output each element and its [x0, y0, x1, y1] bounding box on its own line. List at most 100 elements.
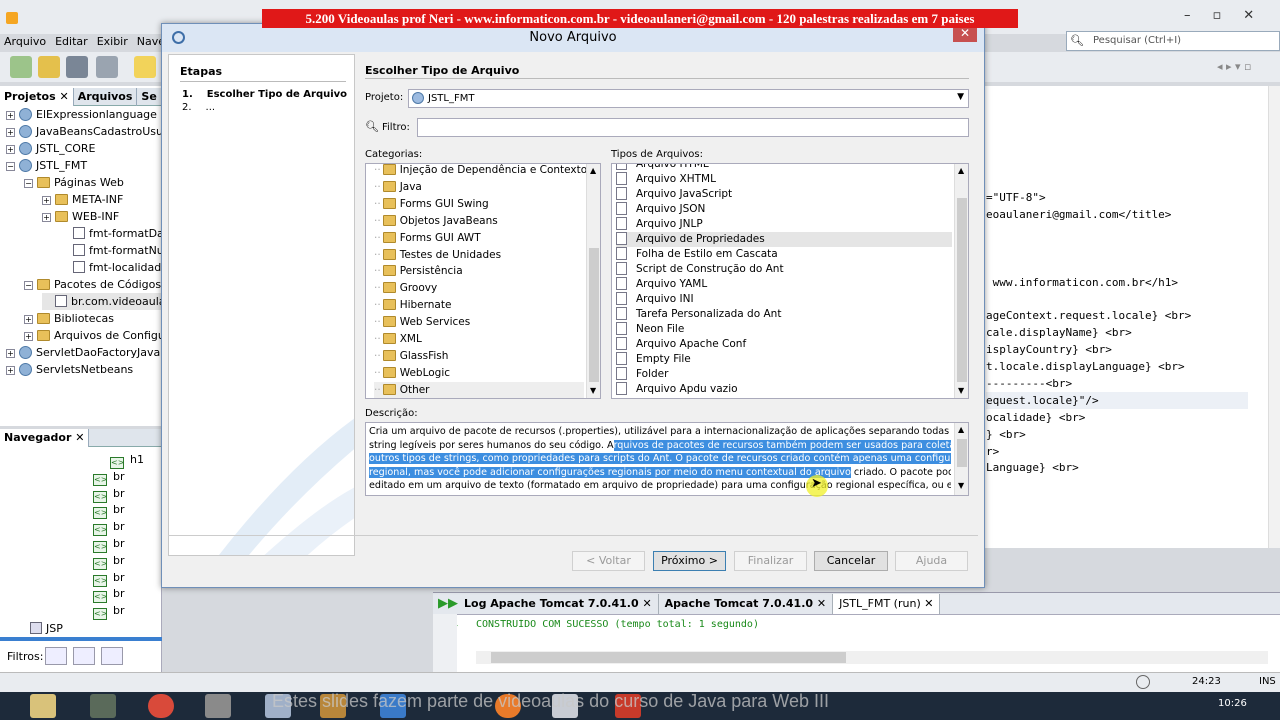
- expand-toggle-icon[interactable]: −: [6, 162, 15, 171]
- tree-node[interactable]: − Pacotes de Códigos-f: [24, 276, 162, 293]
- tab-navegador[interactable]: Navegador ✕: [0, 429, 90, 447]
- navigator-node[interactable]: <> br: [93, 602, 125, 621]
- tab-jstl-fmt-run[interactable]: JSTL_FMT (run) ✕: [833, 594, 941, 614]
- description-vscroll[interactable]: ▲ ▼: [954, 423, 968, 495]
- cancel-button[interactable]: Cancelar: [814, 551, 888, 571]
- filetype-item[interactable]: Arquivo XHTML: [616, 172, 952, 187]
- taskbar-app-icon[interactable]: [90, 694, 116, 718]
- expand-toggle-icon[interactable]: −: [24, 281, 33, 290]
- navigator-node[interactable]: <> br: [93, 468, 125, 486]
- filetype-item[interactable]: Arquivo HTML: [616, 164, 952, 172]
- filter-button-1[interactable]: [45, 647, 67, 665]
- category-item[interactable]: ·· Testes de Unidades: [374, 247, 584, 264]
- tree-node[interactable]: + ServletsNetbeans: [6, 361, 133, 378]
- category-item[interactable]: ·· Java: [374, 179, 584, 196]
- filetype-item[interactable]: Arquivo Apache Conf: [616, 337, 952, 352]
- filetype-item[interactable]: Arquivo YAML: [616, 277, 952, 292]
- save-all-icon[interactable]: [96, 56, 118, 78]
- filetype-item[interactable]: Neon File: [616, 322, 952, 337]
- navigator-jsp-node[interactable]: JSP: [30, 620, 90, 637]
- filetype-item[interactable]: Empty File: [616, 352, 952, 367]
- tab-projetos[interactable]: Projetos ✕: [0, 88, 74, 106]
- editor-vscroll[interactable]: [1268, 86, 1280, 548]
- project-select[interactable]: JSTL_FMT ▼: [408, 89, 969, 108]
- category-item[interactable]: ·· Other: [374, 381, 584, 398]
- run-again-icon[interactable]: ▶▶: [438, 596, 458, 611]
- category-item[interactable]: ·· Forms GUI AWT: [374, 230, 584, 247]
- taskbar-app2-icon[interactable]: [205, 694, 231, 718]
- navigator-node[interactable]: <> br: [93, 535, 125, 553]
- tree-node[interactable]: − Páginas Web: [24, 174, 124, 191]
- filetypes-list[interactable]: Arquivo HTML Arquivo XHTML Arquivo JavaScr…: [611, 163, 969, 399]
- filetype-item[interactable]: Arquivo JavaScript: [616, 187, 952, 202]
- editor-nav-arrows[interactable]: ◂ ▸ ▾ ▫: [1217, 60, 1252, 73]
- categories-vscroll[interactable]: ▲ ▼: [586, 164, 600, 398]
- window-controls[interactable]: –▫✕: [1184, 8, 1274, 26]
- tree-node[interactable]: + WEB-INF: [42, 208, 119, 225]
- taskbar-explorer-icon[interactable]: [30, 694, 56, 718]
- tree-node[interactable]: br.com.videoaulas: [42, 293, 162, 310]
- expand-toggle-icon[interactable]: +: [42, 213, 51, 222]
- category-item[interactable]: ·· WebLogic: [374, 365, 584, 382]
- tab-servicos[interactable]: Se: [137, 88, 162, 106]
- navigator-node[interactable]: <> br: [93, 552, 125, 570]
- filter-button-3[interactable]: [101, 647, 123, 665]
- tree-node[interactable]: − JSTL_FMT: [6, 157, 87, 174]
- tab-arquivos[interactable]: Arquivos: [74, 88, 138, 106]
- navigator-node[interactable]: <> br: [93, 569, 125, 587]
- open-project-icon[interactable]: [66, 56, 88, 78]
- search-box[interactable]: 🔍︎ Pesquisar (Ctrl+I): [1066, 31, 1280, 51]
- expand-toggle-icon[interactable]: +: [24, 332, 33, 341]
- category-item[interactable]: ·· Forms GUI Swing: [374, 196, 584, 213]
- tree-node[interactable]: fmt-formatDate.js: [60, 225, 162, 242]
- category-item[interactable]: ·· Persistência: [374, 263, 584, 280]
- taskbar-chrome-icon[interactable]: [148, 694, 174, 718]
- category-item[interactable]: ·· Objetos JavaBeans: [374, 213, 584, 230]
- new-project-icon[interactable]: [38, 56, 60, 78]
- menu-arquivo[interactable]: Arquivo: [4, 35, 46, 48]
- description-box[interactable]: Cria um arquivo de pacote de recursos (.…: [365, 422, 969, 496]
- navigator-node[interactable]: <> br: [93, 585, 125, 604]
- navigator-node[interactable]: <> h1: [110, 451, 144, 469]
- category-item[interactable]: ·· Injeção de Dependência e Contextos: [374, 164, 593, 179]
- filter-input[interactable]: [417, 118, 969, 137]
- expand-toggle-icon[interactable]: +: [6, 349, 15, 358]
- filetype-item[interactable]: Tarefa Personalizada do Ant: [616, 307, 952, 322]
- category-item[interactable]: ·· GlassFish: [374, 348, 584, 365]
- tree-node[interactable]: + ElExpressionlanguage: [6, 106, 157, 123]
- tree-node[interactable]: + Arquivos de Configura: [24, 327, 162, 344]
- category-item[interactable]: ·· Web Services: [374, 314, 584, 331]
- tree-node[interactable]: + META-INF: [42, 191, 123, 208]
- filetype-item[interactable]: Script de Construção do Ant: [616, 262, 952, 277]
- navigator-hscroll[interactable]: [0, 637, 162, 641]
- tab-tomcat[interactable]: Apache Tomcat 7.0.41.0 ✕: [659, 594, 834, 614]
- navigator-node[interactable]: <> br: [93, 518, 125, 537]
- expand-toggle-icon[interactable]: +: [6, 111, 15, 120]
- expand-toggle-icon[interactable]: +: [6, 366, 15, 375]
- menu-editar[interactable]: Editar: [55, 35, 88, 48]
- filetype-item[interactable]: Arquivo JSON: [616, 202, 952, 217]
- menu-exibir[interactable]: Exibir: [97, 35, 128, 48]
- next-button[interactable]: Próximo >: [653, 551, 726, 571]
- undo-icon[interactable]: [134, 56, 156, 78]
- tree-node[interactable]: + ServletDaoFactoryJavaBe: [6, 344, 162, 361]
- finish-button[interactable]: Finalizar: [734, 551, 807, 571]
- notifications-icon[interactable]: [1136, 675, 1150, 689]
- category-item[interactable]: ·· XML: [374, 331, 584, 348]
- tree-node[interactable]: + JavaBeansCadastroUsuar: [6, 123, 162, 140]
- dialog-close-button[interactable]: ✕: [953, 26, 977, 42]
- expand-toggle-icon[interactable]: +: [6, 128, 15, 137]
- tab-log-tomcat[interactable]: Log Apache Tomcat 7.0.41.0 ✕: [458, 594, 659, 614]
- filetype-item[interactable]: Arquivo INI: [616, 292, 952, 307]
- tree-node[interactable]: + JSTL_CORE: [6, 140, 96, 157]
- navigator-node[interactable]: <> br: [93, 501, 125, 520]
- filetype-item[interactable]: Arquivo de Propriedades: [616, 232, 952, 247]
- filetype-item[interactable]: Folder: [616, 367, 952, 382]
- new-file-icon[interactable]: [10, 56, 32, 78]
- filter-button-2[interactable]: [73, 647, 95, 665]
- back-button[interactable]: < Voltar: [572, 551, 645, 571]
- expand-toggle-icon[interactable]: +: [24, 315, 33, 324]
- help-button[interactable]: Ajuda: [895, 551, 968, 571]
- expand-toggle-icon[interactable]: +: [6, 145, 15, 154]
- filetype-item[interactable]: Folha de Estilo em Cascata: [616, 247, 952, 262]
